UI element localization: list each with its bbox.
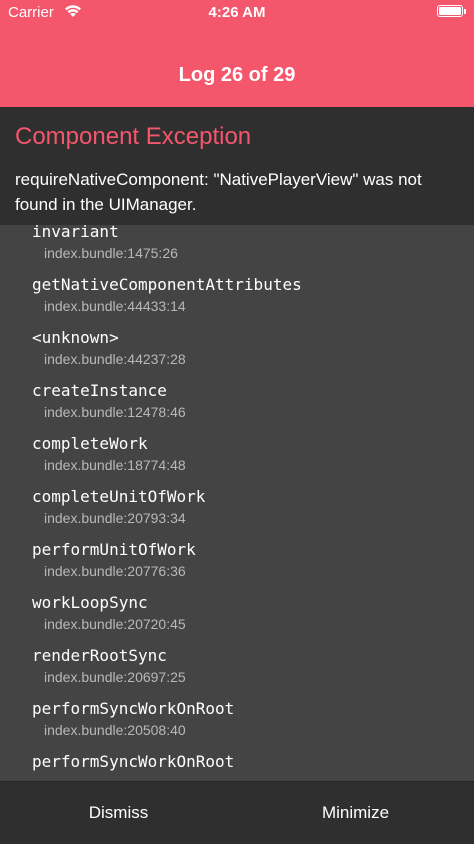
stack-frame[interactable]: invariant index.bundle:1475:26 bbox=[32, 225, 178, 261]
frame-location: index.bundle:20508:40 bbox=[44, 722, 186, 738]
stack-frame[interactable]: completeWork index.bundle:18774:48 bbox=[32, 434, 186, 473]
exception-type: Component Exception bbox=[15, 123, 252, 150]
frame-function: performSyncWorkOnRoot bbox=[32, 699, 235, 718]
battery-icon bbox=[437, 5, 466, 17]
frame-location: index.bundle:1475:26 bbox=[44, 245, 178, 261]
frame-location: index.bundle:20697:25 bbox=[44, 669, 186, 685]
stack-frame[interactable]: createInstance index.bundle:12478:46 bbox=[32, 381, 186, 420]
frame-function: workLoopSync bbox=[32, 593, 148, 612]
frame-location: index.bundle:20720:45 bbox=[44, 616, 186, 632]
frame-location: index.bundle:20776:36 bbox=[44, 563, 186, 579]
frame-location: index.bundle:44433:14 bbox=[44, 298, 186, 314]
stack-frame[interactable]: performUnitOfWork index.bundle:20776:36 bbox=[32, 540, 196, 579]
stack-frame[interactable]: renderRootSync index.bundle:20697:25 bbox=[32, 646, 186, 685]
frame-function: performUnitOfWork bbox=[32, 540, 196, 559]
footer-toolbar: Dismiss Minimize bbox=[0, 781, 474, 844]
exception-message: requireNativeComponent: "NativePlayerVie… bbox=[15, 170, 422, 214]
frame-location: index.bundle:12478:46 bbox=[44, 404, 186, 420]
frame-location: index.bundle:44237:28 bbox=[44, 351, 186, 367]
frame-location: index.bundle:20793:34 bbox=[44, 510, 186, 526]
frame-function: getNativeComponentAttributes bbox=[32, 275, 302, 294]
stack-frame[interactable]: getNativeComponentAttributes index.bundl… bbox=[32, 275, 302, 314]
log-counter-title: Log 26 of 29 bbox=[178, 64, 296, 86]
frame-function: createInstance bbox=[32, 381, 167, 400]
clock: 4:26 AM bbox=[208, 4, 266, 21]
log-header-bar: Carrier 4:26 AM Log 26 of 29 bbox=[0, 0, 474, 107]
stack-frame[interactable]: performSyncWorkOnRoot bbox=[32, 752, 234, 775]
frame-function: renderRootSync bbox=[32, 646, 167, 665]
stack-frame[interactable]: performSyncWorkOnRoot index.bundle:20508… bbox=[32, 699, 234, 738]
frame-function: completeUnitOfWork bbox=[32, 487, 206, 506]
status-bar: Carrier 4:26 AM bbox=[0, 0, 474, 26]
frame-function: completeWork bbox=[32, 434, 148, 453]
frame-location: index.bundle:18774:48 bbox=[44, 457, 186, 473]
frame-function: invariant bbox=[32, 225, 119, 241]
minimize-button[interactable]: Minimize bbox=[237, 782, 474, 844]
stack-frame[interactable]: completeUnitOfWork index.bundle:20793:34 bbox=[32, 487, 205, 526]
exception-header: Component Exception requireNativeCompone… bbox=[0, 107, 474, 225]
stack-frame[interactable]: <unknown> index.bundle:44237:28 bbox=[32, 328, 186, 367]
stack-trace-list[interactable]: invariant index.bundle:1475:26 getNative… bbox=[0, 225, 474, 781]
stack-frame[interactable]: workLoopSync index.bundle:20720:45 bbox=[32, 593, 186, 632]
dismiss-button[interactable]: Dismiss bbox=[0, 782, 237, 844]
frame-function: performSyncWorkOnRoot bbox=[32, 752, 235, 771]
frame-function: <unknown> bbox=[32, 328, 119, 347]
